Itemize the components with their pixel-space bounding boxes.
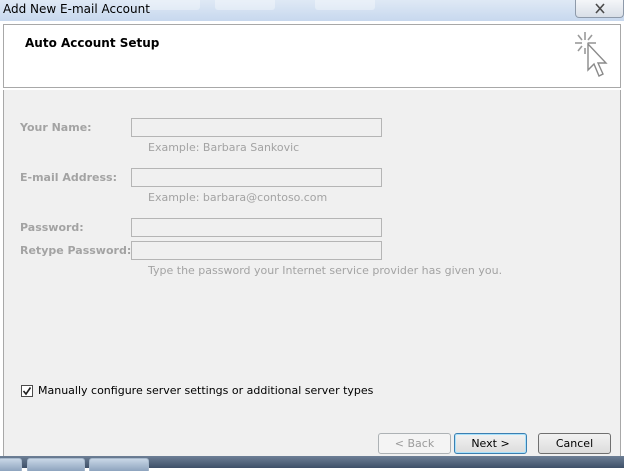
manual-config-option[interactable]: Manually configure server settings or ad… xyxy=(21,384,373,397)
retype-password-label: Retype Password: xyxy=(20,244,132,257)
close-button[interactable] xyxy=(575,0,624,18)
page-title: Auto Account Setup xyxy=(25,36,160,50)
name-field[interactable] xyxy=(131,118,382,137)
name-label: Your Name: xyxy=(20,121,92,134)
email-hint: Example: barbara@contoso.com xyxy=(148,191,328,204)
header-panel: Auto Account Setup xyxy=(3,24,621,88)
email-label: E-mail Address: xyxy=(20,171,117,184)
title-bar: Add New E-mail Account xyxy=(0,0,624,21)
window-title: Add New E-mail Account xyxy=(3,2,150,16)
password-label: Password: xyxy=(20,221,84,234)
password-field[interactable] xyxy=(131,218,382,237)
background-toolbar-ghost xyxy=(215,0,275,10)
manual-config-label: Manually configure server settings or ad… xyxy=(38,384,374,397)
cursor-sparkle-icon xyxy=(574,30,610,83)
cancel-button[interactable]: Cancel xyxy=(538,433,611,454)
background-toolbar-ghost xyxy=(315,0,375,10)
close-icon xyxy=(594,3,606,14)
taskbar-item[interactable] xyxy=(0,458,22,471)
name-hint: Example: Barbara Sankovic xyxy=(148,141,300,154)
form-body: Your Name: Example: Barbara Sankovic E-m… xyxy=(3,90,621,468)
retype-password-field[interactable] xyxy=(131,241,382,260)
password-hint: Type the password your Internet service … xyxy=(148,264,503,277)
back-button[interactable]: < Back xyxy=(378,433,451,454)
taskbar-item[interactable] xyxy=(27,458,85,471)
taskbar xyxy=(0,456,624,471)
taskbar-item[interactable] xyxy=(89,458,149,471)
checkmark-icon xyxy=(22,386,32,395)
next-button[interactable]: Next > xyxy=(454,433,527,454)
email-field[interactable] xyxy=(131,168,382,187)
manual-config-checkbox[interactable] xyxy=(21,384,33,397)
